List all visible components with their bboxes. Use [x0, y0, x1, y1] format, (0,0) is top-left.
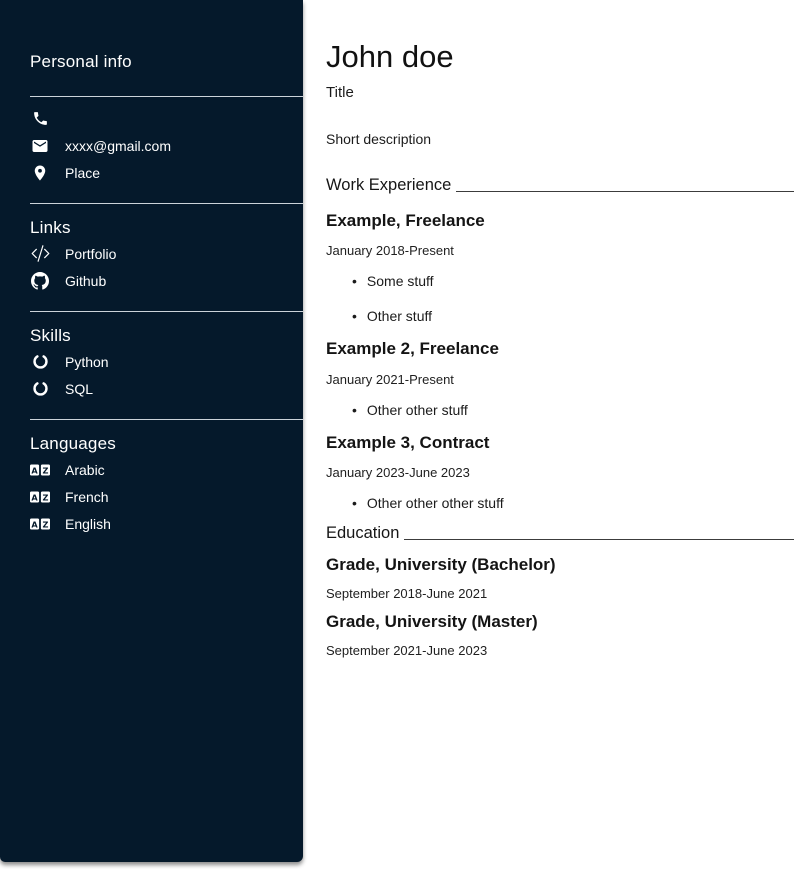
svg-text:Z: Z [42, 465, 48, 475]
skills-heading: Skills [30, 326, 303, 346]
svg-text:A: A [31, 492, 38, 502]
education-entry-degree: Grade, University (Master) [326, 612, 794, 632]
language-english: AZ English [30, 510, 303, 537]
svg-text:Z: Z [42, 492, 48, 502]
phone-icon [30, 110, 50, 127]
work-entry: Example 2, Freelance January 2021-Presen… [326, 339, 794, 417]
work-entry: Example, Freelance January 2018-Present … [326, 211, 794, 324]
bullet-item: Some stuff [352, 273, 794, 289]
education-entry-degree: Grade, University (Bachelor) [326, 555, 794, 575]
work-experience-section-heading: Work Experience [326, 175, 794, 196]
language-french: AZ French [30, 483, 303, 510]
short-description: Short description [326, 131, 794, 147]
place-icon [30, 164, 50, 182]
work-experience-heading-label: Work Experience [326, 175, 451, 196]
resume-page: Personal info xxxx@gmail.com Place [0, 0, 794, 869]
work-entry-role: Example 3, Contract [326, 433, 794, 453]
divider [30, 96, 303, 97]
personal-info-group: xxxx@gmail.com Place [30, 105, 303, 186]
work-entry: Example 3, Contract January 2023-June 20… [326, 433, 794, 511]
education-entry: Grade, University (Bachelor) September 2… [326, 555, 794, 601]
education-entry: Grade, University (Master) September 202… [326, 612, 794, 658]
bullet-item: Other other other stuff [352, 495, 794, 511]
github-link-label: Github [65, 273, 106, 289]
email-icon [30, 137, 50, 155]
link-portfolio[interactable]: Portfolio [30, 240, 303, 267]
link-github[interactable]: Github [30, 267, 303, 294]
github-icon [30, 272, 50, 290]
place-row: Place [30, 159, 303, 186]
phone-row [30, 105, 303, 132]
heading-rule [456, 191, 794, 192]
heading-rule [404, 539, 794, 540]
education-entry-period: September 2018-June 2021 [326, 586, 794, 601]
sidebar: Personal info xxxx@gmail.com Place [0, 0, 303, 862]
email-label: xxxx@gmail.com [65, 138, 171, 154]
language-arabic: AZ Arabic [30, 456, 303, 483]
circle-icon [30, 353, 50, 370]
skill-sql: SQL [30, 375, 303, 402]
skill-label: SQL [65, 381, 93, 397]
code-slash-icon [30, 244, 50, 263]
portfolio-link-label: Portfolio [65, 246, 116, 262]
resume-content: John doe Title Short description Work Ex… [303, 0, 794, 869]
work-entry-role: Example, Freelance [326, 211, 794, 231]
languages-group: AZ Arabic AZ French AZ English [30, 456, 303, 537]
work-entry-bullets: Other other stuff [326, 402, 794, 418]
divider [30, 419, 303, 420]
links-heading: Links [30, 218, 303, 238]
work-entry-bullets: Some stuff Other stuff [326, 273, 794, 324]
education-entry-period: September 2021-June 2023 [326, 643, 794, 658]
languages-heading: Languages [30, 434, 303, 454]
place-label: Place [65, 165, 100, 181]
bullet-item: Other other stuff [352, 402, 794, 418]
education-heading-label: Education [326, 523, 399, 544]
person-name: John doe [326, 38, 794, 75]
skill-label: Python [65, 354, 109, 370]
svg-text:A: A [31, 465, 38, 475]
work-entry-period: January 2018-Present [326, 243, 794, 258]
work-entry-period: January 2023-June 2023 [326, 465, 794, 480]
skills-group: Python SQL [30, 348, 303, 402]
language-label: English [65, 516, 111, 532]
links-group: Portfolio Github [30, 240, 303, 294]
work-entry-role: Example 2, Freelance [326, 339, 794, 359]
personal-info-heading: Personal info [30, 52, 303, 72]
language-label: Arabic [65, 462, 105, 478]
translate-az-icon: AZ [30, 463, 50, 477]
skill-python: Python [30, 348, 303, 375]
email-row: xxxx@gmail.com [30, 132, 303, 159]
person-title: Title [326, 84, 794, 101]
translate-az-icon: AZ [30, 490, 50, 504]
bullet-item: Other stuff [352, 308, 794, 324]
divider [30, 311, 303, 312]
svg-text:Z: Z [42, 519, 48, 529]
language-label: French [65, 489, 109, 505]
education-section-heading: Education [326, 523, 794, 544]
work-entry-bullets: Other other other stuff [326, 495, 794, 511]
svg-text:A: A [31, 519, 38, 529]
divider [30, 203, 303, 204]
circle-icon [30, 380, 50, 397]
translate-az-icon: AZ [30, 517, 50, 531]
work-entry-period: January 2021-Present [326, 372, 794, 387]
